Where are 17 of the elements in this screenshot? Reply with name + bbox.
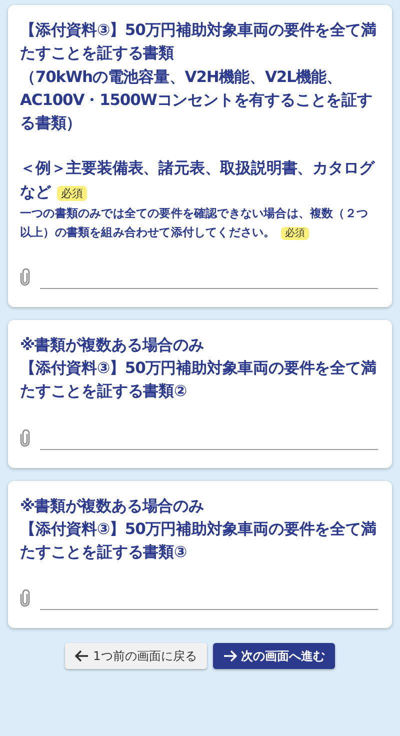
question-title: 【添付資料③】50万円補助対象車両の要件を全て満たすことを証する書類② bbox=[20, 358, 378, 402]
notice-text: ※書類が複数ある場合のみ bbox=[20, 496, 205, 517]
question-detail: （70kWhの電池容量、V2H機能、V2L機能、AC100V・1500Wコンセントを有することを証する書類） bbox=[20, 66, 374, 134]
question-title: 【添付資料③】50万円補助対象車両の要件を全て満たすことを証する書類 bbox=[20, 20, 378, 64]
right-arrow-icon bbox=[222, 649, 237, 664]
required-tag: 必須 bbox=[281, 227, 310, 240]
next-button[interactable]: 次の画面へ進む bbox=[212, 643, 335, 670]
paperclip-icon[interactable] bbox=[20, 268, 30, 286]
paperclip-icon[interactable] bbox=[20, 428, 30, 447]
question-title: 【添付資料③】50万円補助対象車両の要件を全て満たすことを証する書類③ bbox=[20, 518, 378, 564]
paperclip-icon[interactable] bbox=[20, 589, 30, 608]
back-button[interactable]: 1つ前の画面に戻る bbox=[65, 643, 207, 670]
required-tag: 必須 bbox=[56, 186, 87, 200]
note-text: 一つの書類のみでは全ての要件を確認できない場合は、複数（２つ以上）の書類を組み合わせて添付してください。 必須 bbox=[20, 204, 370, 242]
left-arrow-icon bbox=[75, 649, 90, 664]
example-text: ＜例＞主要装備表、諸元表、取扱説明書、カタログなど 必須 bbox=[20, 158, 376, 202]
notice-text: ※書類が複数ある場合のみ bbox=[20, 334, 205, 356]
